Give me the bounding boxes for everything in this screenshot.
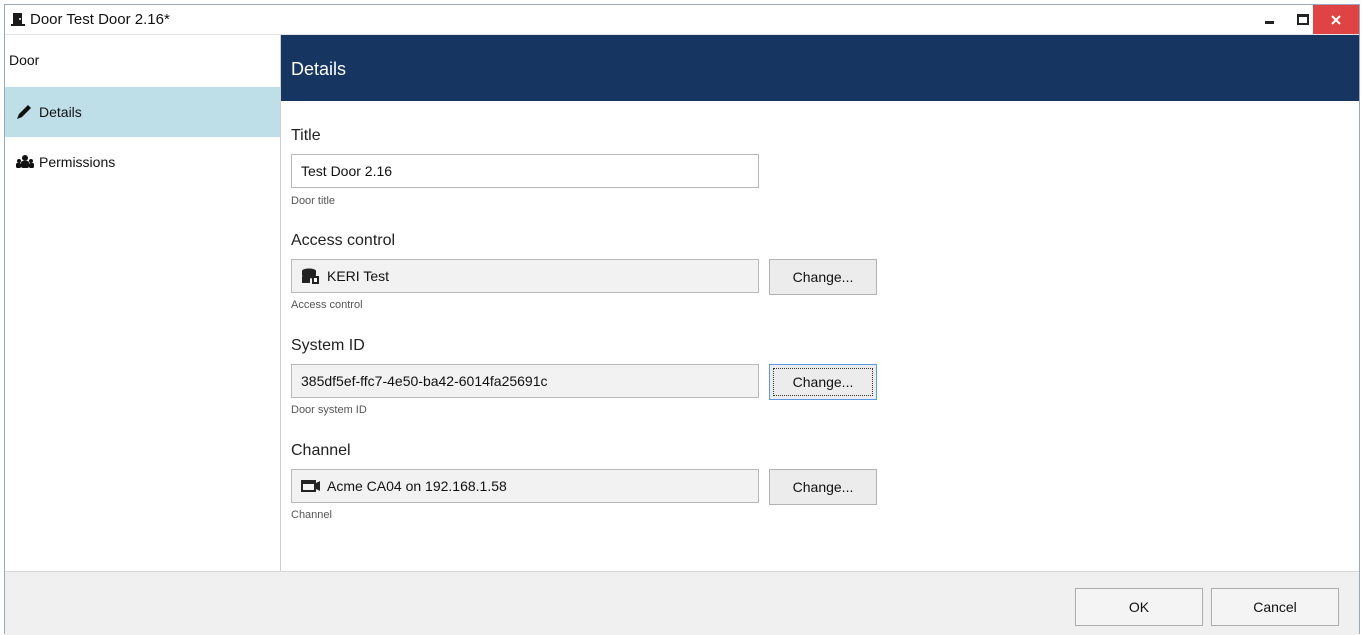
- details-panel: Details Title Test Door 2.16 Door title …: [281, 35, 1359, 571]
- sidebar-item-details[interactable]: Details: [5, 87, 280, 137]
- dialog-footer: OK Cancel: [5, 571, 1359, 635]
- sidebar-item-label: Permissions: [39, 154, 116, 170]
- door-dialog-window: Door Test Door 2.16* Door Details Permis…: [4, 4, 1360, 635]
- sidebar-header: Door: [9, 52, 40, 68]
- channel-field: Acme CA04 on 192.168.1.58: [291, 469, 759, 503]
- change-access-control-button[interactable]: Change...: [769, 259, 877, 295]
- system-id-value: 385df5ef-ffc7-4e50-ba42-6014fa25691c: [301, 373, 548, 389]
- title-input[interactable]: Test Door 2.16: [291, 154, 759, 188]
- title-value: Test Door 2.16: [301, 163, 393, 179]
- users-icon: [16, 154, 34, 170]
- sidebar-item-permissions[interactable]: Permissions: [5, 137, 280, 187]
- system-id-label: System ID: [291, 337, 365, 354]
- access-control-label: Access control: [291, 232, 396, 249]
- change-channel-button[interactable]: Change...: [769, 469, 877, 505]
- change-system-id-button[interactable]: Change...: [769, 364, 877, 400]
- panel-header: Details: [281, 35, 1359, 101]
- access-control-icon: [301, 268, 321, 284]
- sidebar-item-label: Details: [39, 104, 82, 120]
- close-button[interactable]: [1313, 5, 1359, 34]
- close-icon: [1331, 14, 1341, 25]
- access-control-value: KERI Test: [327, 268, 389, 284]
- window-title: Door Test Door 2.16*: [30, 11, 170, 28]
- pencil-icon: [16, 104, 34, 120]
- title-hint: Door title: [291, 195, 336, 207]
- channel-value: Acme CA04 on 192.168.1.58: [327, 478, 507, 494]
- system-id-hint: Door system ID: [291, 404, 367, 416]
- title-bar: Door Test Door 2.16*: [5, 5, 1359, 35]
- minimize-button[interactable]: [1251, 5, 1287, 34]
- cancel-button[interactable]: Cancel: [1211, 588, 1339, 626]
- title-label: Title: [291, 127, 321, 144]
- camera-channel-icon: [301, 478, 321, 494]
- system-id-field: 385df5ef-ffc7-4e50-ba42-6014fa25691c: [291, 364, 759, 398]
- minimize-icon: [1264, 21, 1274, 24]
- channel-label: Channel: [291, 442, 351, 459]
- door-icon: [11, 12, 25, 26]
- sidebar: Door Details Permissions: [5, 35, 281, 571]
- channel-hint: Channel: [291, 509, 332, 521]
- access-control-field: KERI Test: [291, 259, 759, 293]
- panel-title: Details: [291, 59, 347, 79]
- access-control-hint: Access control: [291, 299, 363, 311]
- maximize-icon: [1297, 14, 1309, 25]
- ok-button[interactable]: OK: [1075, 588, 1203, 626]
